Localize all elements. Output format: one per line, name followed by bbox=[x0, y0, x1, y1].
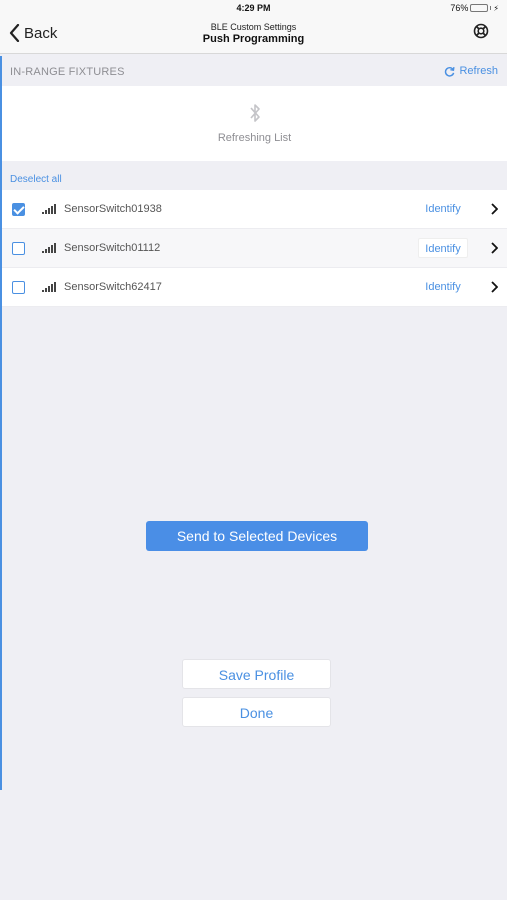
refresh-status-text: Refreshing List bbox=[217, 132, 292, 144]
device-name: SensorSwitch01112 bbox=[64, 242, 161, 254]
refresh-panel: Refreshing List bbox=[2, 86, 507, 161]
refresh-label: Refresh bbox=[459, 65, 498, 77]
page-title: Push Programming bbox=[202, 33, 305, 45]
nav-titles: BLE Custom Settings Push Programming bbox=[0, 22, 507, 45]
battery-cap bbox=[490, 6, 492, 10]
help-button[interactable] bbox=[473, 23, 489, 44]
bluetooth-icon bbox=[250, 104, 260, 122]
device-row[interactable]: SensorSwitch62417 Identify bbox=[2, 268, 507, 307]
chevron-right-icon[interactable] bbox=[490, 281, 498, 293]
section-title: IN-RANGE FIXTURES bbox=[10, 66, 125, 78]
device-checkbox[interactable] bbox=[12, 281, 25, 294]
battery-percent: 76% bbox=[450, 3, 469, 13]
device-checkbox[interactable] bbox=[12, 203, 25, 216]
device-row[interactable]: SensorSwitch01112 Identify bbox=[2, 229, 507, 268]
device-name: SensorSwitch62417 bbox=[64, 281, 162, 293]
left-accent-rule bbox=[0, 56, 2, 790]
status-battery: 76% ⚡ bbox=[450, 3, 499, 13]
device-checkbox[interactable] bbox=[12, 242, 25, 255]
battery-icon bbox=[470, 4, 489, 12]
save-profile-button[interactable]: Save Profile bbox=[182, 659, 331, 689]
refresh-icon bbox=[445, 66, 456, 77]
identify-button[interactable]: Identify bbox=[418, 199, 468, 219]
device-row[interactable]: SensorSwitch01938 Identify bbox=[2, 190, 507, 229]
signal-strength-icon bbox=[42, 282, 56, 292]
chevron-right-icon[interactable] bbox=[490, 203, 498, 215]
nav-subtitle: BLE Custom Settings bbox=[210, 22, 297, 32]
chevron-right-icon[interactable] bbox=[490, 242, 498, 254]
device-name: SensorSwitch01938 bbox=[64, 203, 162, 215]
navigation-bar: Back BLE Custom Settings Push Programmin… bbox=[0, 17, 507, 54]
lifebuoy-icon bbox=[473, 23, 489, 39]
send-to-selected-devices-button[interactable]: Send to Selected Devices bbox=[146, 521, 368, 551]
identify-button[interactable]: Identify bbox=[418, 277, 468, 297]
charging-bolt-icon: ⚡ bbox=[493, 3, 499, 13]
refresh-button[interactable]: Refresh bbox=[444, 65, 498, 77]
done-button[interactable]: Done bbox=[182, 697, 331, 727]
signal-strength-icon bbox=[42, 204, 56, 214]
status-bar: 4:29 PM 76% ⚡ bbox=[0, 0, 507, 17]
section-header: IN-RANGE FIXTURES Refresh bbox=[2, 56, 507, 86]
signal-strength-icon bbox=[42, 243, 56, 253]
status-time: 4:29 PM bbox=[236, 3, 271, 13]
deselect-all-link[interactable]: Deselect all bbox=[10, 174, 62, 185]
identify-button[interactable]: Identify bbox=[418, 238, 468, 258]
